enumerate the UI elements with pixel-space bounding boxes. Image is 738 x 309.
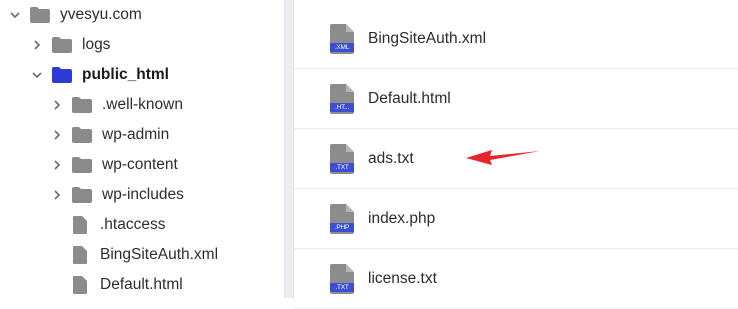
folder-icon — [72, 187, 92, 203]
file-icon — [73, 216, 87, 234]
tree-item-label: public_html — [82, 66, 169, 83]
tree-item-wp-admin[interactable]: wp-admin — [52, 120, 169, 150]
file-ext-badge: .TXT — [335, 164, 349, 171]
tree-item-label: wp-content — [102, 156, 178, 173]
chevron-down-icon[interactable] — [32, 68, 42, 82]
tree-item-label: Default.html — [100, 276, 183, 293]
file-icon: .XML — [330, 24, 354, 54]
panel-splitter[interactable] — [284, 0, 294, 298]
chevron-right-icon[interactable] — [52, 98, 62, 112]
tree-item-wp-content[interactable]: wp-content — [52, 150, 178, 180]
file-ext-badge: .TXT — [335, 284, 349, 291]
tree-item-public-html[interactable]: public_html — [32, 60, 169, 90]
tree-item-label: BingSiteAuth.xml — [100, 246, 219, 263]
chevron-right-icon[interactable] — [32, 38, 42, 52]
tree-item-yvesyu-com[interactable]: yvesyu.com — [10, 0, 142, 30]
file-row-index-php[interactable]: .PHP index.php — [294, 190, 738, 249]
file-row-license-txt[interactable]: .TXT license.txt — [294, 250, 738, 309]
tree-item-well-known[interactable]: .well-known — [52, 90, 183, 120]
file-icon: .HT... — [330, 84, 354, 114]
folder-icon — [72, 97, 92, 113]
folder-icon — [72, 157, 92, 173]
file-icon — [73, 276, 87, 294]
file-icon: .PHP — [330, 204, 354, 234]
file-name: BingSiteAuth.xml — [368, 30, 487, 47]
tree-item-label: wp-admin — [102, 126, 170, 143]
folder-icon — [72, 127, 92, 143]
file-icon: .TXT — [330, 264, 354, 294]
file-row-bingsiteauth[interactable]: .XML BingSiteAuth.xml — [294, 10, 738, 69]
file-name: index.php — [368, 210, 436, 227]
file-tree-panel: yvesyu.com logs public_html .well-known … — [0, 0, 284, 298]
tree-item-bingsiteauth[interactable]: BingSiteAuth.xml — [72, 240, 218, 270]
tree-item-wp-includes[interactable]: wp-includes — [52, 180, 184, 210]
tree-item-label: .htaccess — [100, 216, 166, 233]
tree-item-label: wp-includes — [102, 186, 184, 203]
folder-icon — [52, 37, 72, 53]
file-ext-badge: .HT... — [335, 104, 349, 111]
file-name: Default.html — [368, 90, 451, 107]
file-icon — [73, 246, 87, 264]
red-arrow-annotation — [466, 150, 540, 165]
tree-item-logs[interactable]: logs — [32, 30, 110, 60]
file-name: ads.txt — [368, 150, 414, 167]
file-ext-badge: .XML — [334, 44, 350, 51]
file-icon: .TXT — [330, 144, 354, 174]
tree-item-label: .well-known — [102, 96, 183, 113]
tree-item-label: logs — [82, 36, 111, 53]
chevron-right-icon[interactable] — [52, 188, 62, 202]
chevron-right-icon[interactable] — [52, 128, 62, 142]
folder-icon — [30, 7, 50, 23]
tree-item-label: yvesyu.com — [60, 6, 142, 23]
chevron-right-icon[interactable] — [52, 158, 62, 172]
file-row-default-html[interactable]: .HT... Default.html — [294, 70, 738, 129]
file-name: license.txt — [368, 270, 437, 287]
chevron-down-icon[interactable] — [10, 8, 20, 22]
tree-item-default-html[interactable]: Default.html — [72, 270, 183, 300]
tree-item-htaccess[interactable]: .htaccess — [72, 210, 165, 240]
folder-icon — [52, 67, 72, 83]
file-ext-badge: .PHP — [334, 224, 350, 231]
